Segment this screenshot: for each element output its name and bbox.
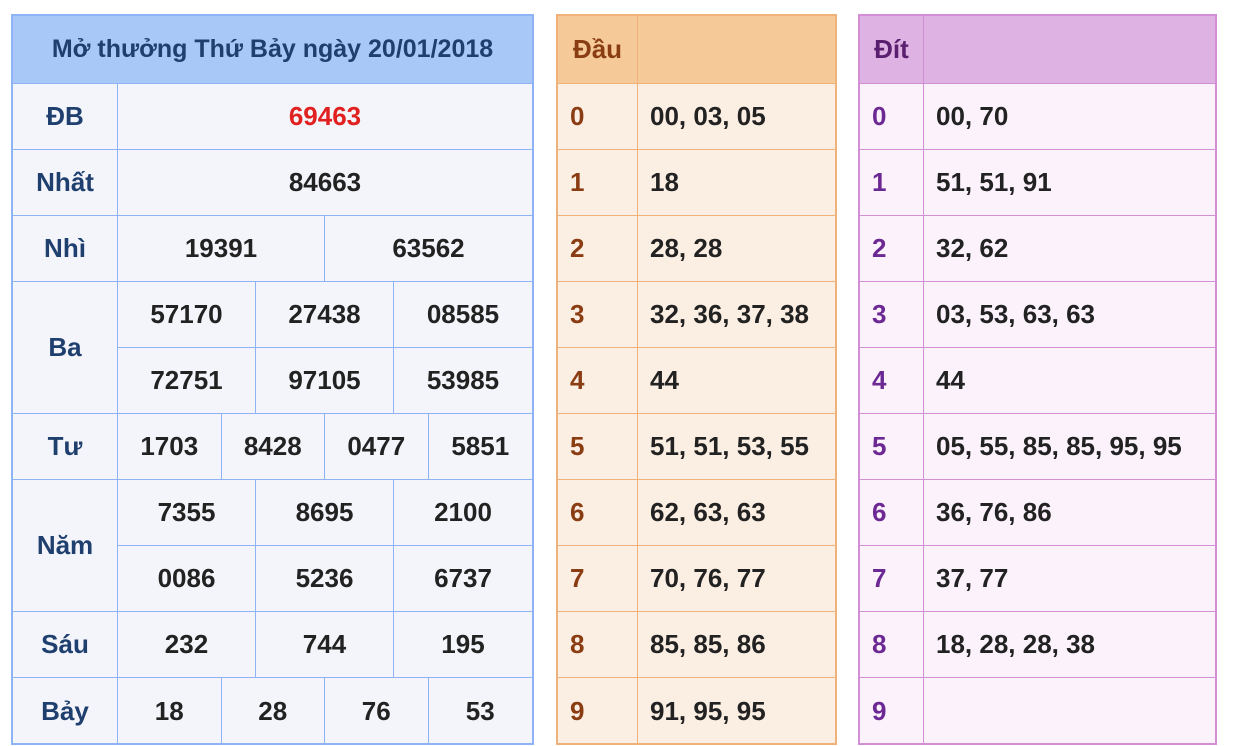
head-values: 28, 28 xyxy=(638,216,835,282)
tail-values: 18, 28, 28, 38 xyxy=(924,612,1215,678)
head-values: 70, 76, 77 xyxy=(638,546,835,612)
results-table: Mở thưởng Thứ Bảy ngày 20/01/2018 ĐB 69463… xyxy=(11,14,534,745)
head-digit: 7 xyxy=(558,546,638,612)
tail-header-blank xyxy=(924,16,1215,84)
tail-values: 00, 70 xyxy=(924,84,1215,150)
seventh-prize-number: 76 xyxy=(325,678,429,744)
seventh-prize-number: 28 xyxy=(222,678,325,744)
first-prize-label: Nhất xyxy=(13,150,118,216)
head-values: 51, 51, 53, 55 xyxy=(638,414,835,480)
tail-values: 37, 77 xyxy=(924,546,1215,612)
first-prize-number: 84663 xyxy=(118,150,532,216)
results-title: Mở thưởng Thứ Bảy ngày 20/01/2018 xyxy=(13,16,532,84)
head-values: 32, 36, 37, 38 xyxy=(638,282,835,348)
tail-digit: 8 xyxy=(860,612,924,678)
fourth-prize-number: 1703 xyxy=(118,414,222,480)
head-digit: 0 xyxy=(558,84,638,150)
head-values: 18 xyxy=(638,150,835,216)
head-values: 85, 85, 86 xyxy=(638,612,835,678)
head-digit: 4 xyxy=(558,348,638,414)
tail-values: 44 xyxy=(924,348,1215,414)
tail-values xyxy=(924,678,1215,744)
tail-digit: 1 xyxy=(860,150,924,216)
head-digit: 2 xyxy=(558,216,638,282)
fifth-prize-label: Năm xyxy=(13,480,118,612)
tail-digit: 5 xyxy=(860,414,924,480)
tail-digit: 7 xyxy=(860,546,924,612)
tail-digit: 4 xyxy=(860,348,924,414)
head-digit-table: Đầu 0 00, 03, 05 1 18 2 28, 28 3 32, 36, 37, 38 4… xyxy=(556,14,837,745)
third-prize-number: 08585 xyxy=(394,282,532,348)
head-values: 00, 03, 05 xyxy=(638,84,835,150)
head-digit: 5 xyxy=(558,414,638,480)
head-digit: 9 xyxy=(558,678,638,744)
tail-values: 51, 51, 91 xyxy=(924,150,1215,216)
fifth-prize-number: 0086 xyxy=(118,546,256,612)
head-title: Đầu xyxy=(558,16,638,84)
tail-values: 05, 55, 85, 85, 95, 95 xyxy=(924,414,1215,480)
seventh-prize-number: 53 xyxy=(465,695,495,726)
tail-values: 03, 53, 63, 63 xyxy=(924,282,1215,348)
fourth-prize-number: 5851 xyxy=(428,414,532,480)
special-prize-label: ĐB xyxy=(13,84,118,150)
fifth-prize-number: 5236 xyxy=(256,546,394,612)
third-prize-number: 97105 xyxy=(256,348,394,414)
seventh-prize-label: Bảy xyxy=(13,678,118,744)
special-prize-number: 69463 xyxy=(118,84,532,150)
sixth-prize-label: Sáu xyxy=(13,612,118,678)
fifth-prize-number: 8695 xyxy=(256,480,394,546)
fourth-prize-label: Tư xyxy=(13,414,118,480)
tail-digit: 3 xyxy=(860,282,924,348)
tail-digit: 9 xyxy=(860,678,924,744)
second-prize-number: 63562 xyxy=(325,216,532,282)
head-values: 91, 95, 95 xyxy=(650,695,766,726)
tail-digit: 2 xyxy=(860,216,924,282)
sixth-prize-number: 744 xyxy=(256,612,394,678)
tail-values: 36, 76, 86 xyxy=(924,480,1215,546)
fourth-prize-number: 8428 xyxy=(221,414,325,480)
tail-digit: 0 xyxy=(860,84,924,150)
head-values: 44 xyxy=(638,348,835,414)
tail-digit: 6 xyxy=(860,480,924,546)
head-digit: 8 xyxy=(558,612,638,678)
second-prize-label: Nhì xyxy=(13,216,118,282)
sixth-prize-number: 195 xyxy=(394,612,532,678)
tail-values: 32, 62 xyxy=(924,216,1215,282)
tail-title: Đít xyxy=(860,16,924,84)
head-digit: 3 xyxy=(558,282,638,348)
head-digit: 6 xyxy=(558,480,638,546)
third-prize-label: Ba xyxy=(13,282,118,414)
fifth-prize-number: 7355 xyxy=(118,480,256,546)
fifth-prize-number: 6737 xyxy=(394,546,532,612)
fifth-prize-number: 2100 xyxy=(394,480,532,546)
head-digit: 1 xyxy=(558,150,638,216)
head-values: 62, 63, 63 xyxy=(638,480,835,546)
head-header-blank xyxy=(638,16,835,84)
second-prize-number: 19391 xyxy=(118,216,325,282)
third-prize-number: 57170 xyxy=(118,282,256,348)
tail-digit-table: Đít 0 00, 70 1 51, 51, 91 2 32, 62 3 03, 53, 63,… xyxy=(858,14,1217,745)
fourth-prize-number: 0477 xyxy=(325,414,429,480)
third-prize-number: 27438 xyxy=(256,282,394,348)
third-prize-number: 53985 xyxy=(394,348,532,414)
seventh-prize-number: 18 xyxy=(118,678,222,744)
third-prize-number: 72751 xyxy=(118,348,256,414)
sixth-prize-number: 232 xyxy=(118,612,256,678)
